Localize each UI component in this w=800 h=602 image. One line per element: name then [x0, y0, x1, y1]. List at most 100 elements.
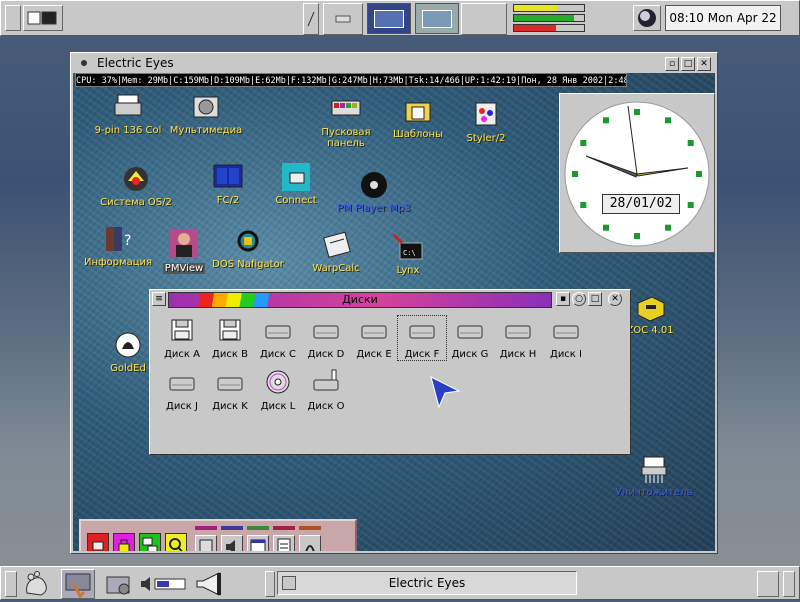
drive-item[interactable]: Диск B — [206, 316, 254, 360]
floppy-drive-icon — [219, 319, 241, 341]
lockup-button[interactable] — [87, 533, 109, 551]
clock-hour-mark — [665, 224, 671, 231]
clock-hour-mark — [687, 140, 694, 146]
show-desktop-button[interactable] — [23, 5, 63, 31]
drives-hide-button[interactable]: ▪ — [556, 292, 570, 306]
desktop-icon-lynx[interactable]: C:\ Lynx — [363, 231, 453, 276]
drive-item[interactable]: Диск J — [158, 368, 206, 412]
workspace-1[interactable] — [367, 3, 411, 34]
golded-icon — [115, 332, 141, 358]
drawer-button[interactable] — [323, 3, 363, 35]
main-menu-foot-icon[interactable] — [21, 569, 55, 599]
drive-label: Диск L — [260, 401, 296, 412]
drives-titlebar[interactable]: Диски — [168, 292, 552, 308]
desktop-icon-multimedia[interactable]: Мультимедиа — [161, 91, 251, 136]
desktop-icon-dos-navigator[interactable]: DOS Nafigator — [203, 225, 293, 270]
multimedia-icon — [193, 96, 219, 118]
drives-close-button[interactable]: ✕ — [608, 292, 622, 306]
drive-item[interactable]: Диск E — [350, 316, 398, 360]
drive-item[interactable]: Диск C — [254, 316, 302, 360]
workspace-2[interactable] — [415, 3, 459, 34]
tasklist-handle-icon[interactable] — [265, 571, 275, 597]
desktop-icon-mp3-player[interactable]: PM Player Mp3 — [329, 169, 419, 214]
drive-item[interactable]: Диск H — [494, 316, 542, 360]
drives-container: Диск A Диск B Диск C Диск D Диск E Диск F Диск… — [154, 312, 626, 452]
menu-handle-icon[interactable] — [5, 5, 21, 31]
desktop-icon-connect[interactable]: Connect — [251, 161, 341, 206]
terminal-launcher-icon[interactable] — [61, 569, 95, 599]
drawer-handle-icon[interactable] — [303, 3, 319, 35]
moon-icon[interactable] — [633, 5, 661, 31]
drives-maximize-button[interactable]: □ — [588, 292, 602, 306]
clock-hour-mark — [696, 171, 702, 177]
document-tool-icon[interactable] — [273, 535, 295, 551]
swap-meter-fill — [514, 25, 556, 31]
image-viewport: CPU: 37%|Mem: 29Mb|C:159Mb|D:109Mb|E:62M… — [73, 73, 715, 551]
tray-strip — [273, 526, 295, 530]
shredder-icon — [641, 456, 667, 483]
desktop-icon-os2-system[interactable]: Система OS/2 — [91, 163, 181, 208]
panel-handle-icon[interactable] — [5, 571, 17, 597]
floppy-drive-icon — [171, 319, 193, 341]
window-menu-icon[interactable] — [79, 58, 89, 68]
clock-hour-mark — [580, 140, 587, 146]
window-titlebar[interactable]: Electric Eyes ▫ □ ✕ — [75, 55, 713, 71]
shutdown-tool-icon[interactable] — [299, 535, 321, 551]
drive-item[interactable]: Диск O — [302, 368, 350, 412]
icon-label: 9-pin 136 Col — [94, 125, 162, 136]
desktop-icon-styler[interactable]: Styler/2 — [441, 99, 531, 144]
drive-item[interactable]: Диск D — [302, 316, 350, 360]
panel-clock[interactable]: 08:10 Mon Apr 22 — [665, 5, 781, 31]
maximize-button[interactable]: □ — [681, 57, 695, 71]
hard-disk-icon — [457, 325, 483, 339]
clock-hour-mark — [603, 117, 609, 124]
icon-label: Lynx — [396, 265, 420, 276]
drives-restore-button[interactable]: ○ — [572, 292, 586, 306]
drive-item[interactable]: Диск A — [158, 316, 206, 360]
drive-item[interactable]: Диск F — [397, 315, 447, 361]
panel-hide-handle-icon[interactable] — [783, 571, 795, 597]
drive-label: Диск B — [212, 349, 248, 360]
taskbar-entry-electric-eyes[interactable]: Electric Eyes — [277, 571, 577, 595]
clock-hour-mark — [572, 171, 578, 177]
tray-strip — [247, 526, 269, 530]
drive-label: Диск E — [356, 349, 392, 360]
drive-tool-icon[interactable] — [195, 535, 217, 551]
volume-control[interactable] — [139, 573, 189, 595]
drive-label: Диск C — [259, 349, 296, 360]
lock-icon[interactable] — [113, 533, 135, 551]
find-icon[interactable] — [165, 533, 187, 551]
close-button[interactable]: ✕ — [697, 57, 711, 71]
icon-label: PMView — [162, 263, 206, 274]
clock-hour-mark — [687, 202, 694, 208]
desktop-icon-printer[interactable]: 9-pin 136 Col — [83, 91, 173, 136]
clock-hour-mark — [634, 233, 640, 239]
file-manager-launcher-icon[interactable] — [105, 571, 133, 597]
icon-label: Styler/2 — [466, 133, 506, 144]
drive-item[interactable]: Диск I — [542, 316, 590, 360]
drive-item[interactable]: Диск K — [206, 368, 254, 412]
workspace-3[interactable] — [461, 3, 507, 35]
clock-widget[interactable]: 28/01/02 — [559, 93, 715, 253]
clock-hour-mark — [634, 109, 640, 115]
window-tool-icon[interactable] — [247, 535, 269, 551]
speaker-tool-icon[interactable] — [221, 535, 243, 551]
launch-pad — [79, 519, 357, 551]
drive-label: Диск F — [404, 349, 440, 360]
minimize-button[interactable]: ▫ — [665, 57, 679, 71]
hard-disk-icon — [313, 325, 339, 339]
windows-list-icon[interactable] — [139, 533, 161, 551]
clock-hour-mark — [580, 202, 587, 208]
megaphone-icon[interactable] — [193, 569, 227, 599]
hard-disk-icon — [361, 325, 387, 339]
printer-icon — [114, 94, 142, 116]
panel-scroll-right[interactable] — [757, 571, 779, 597]
drive-item[interactable]: Диск L — [254, 368, 302, 412]
clock-hour-mark — [603, 224, 609, 231]
drives-menu-icon[interactable]: ≡ — [152, 292, 166, 306]
icon-label: PM Player Mp3 — [337, 203, 411, 214]
desktop-icon-shredder[interactable]: Уничтожитель — [611, 453, 697, 498]
analog-clock — [564, 101, 710, 247]
drive-item[interactable]: Диск G — [446, 316, 494, 360]
drive-label: Диск G — [451, 349, 489, 360]
